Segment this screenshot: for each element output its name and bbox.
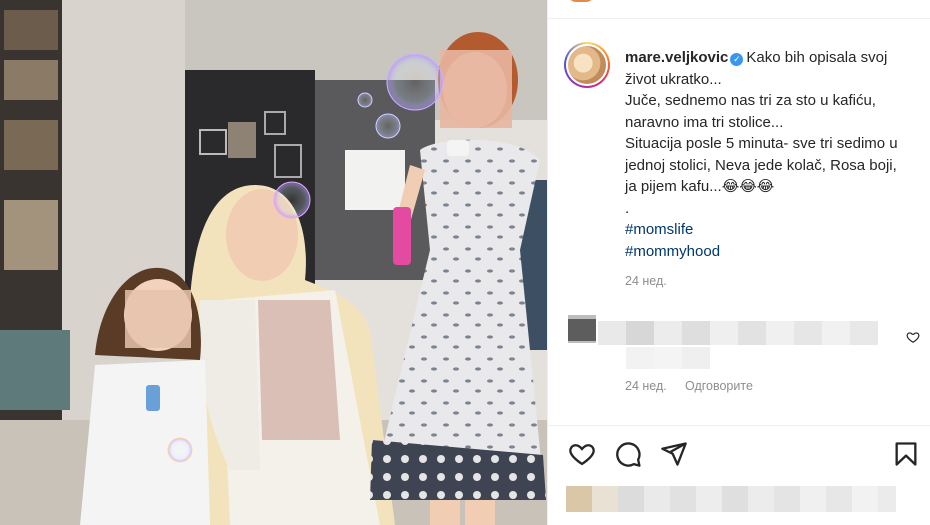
author-username[interactable]: mare.veljkovic [625,49,728,66]
hashtag-link-mommyhood[interactable]: #mommyhood [625,241,915,263]
verified-badge-icon: ✓ [730,53,744,66]
comment-timestamp[interactable]: 24 нед. [625,379,667,393]
action-bar [548,436,930,472]
hashtag-link-momslife[interactable]: #momslife [625,219,915,241]
caption-line: Juče, sednemo nas tri za sto u kafiću, [625,92,876,109]
heart-icon[interactable] [568,440,596,468]
photo-image [0,0,547,525]
caption-line: Situacija posle 5 minuta- sve tri sedimo… [625,135,898,152]
bookmark-icon[interactable] [892,440,920,468]
header-avatar-ring [568,0,594,2]
caption-line: naravno ima tri stolice... [625,113,784,131]
caption-line: život ukratko... [625,70,722,88]
share-icon[interactable] [660,440,688,468]
caption-line: ja pijem kafu...😂😂😂 [625,178,775,195]
comment-like-heart-icon[interactable] [906,330,920,344]
comment-icon[interactable] [614,440,642,468]
actions-divider [548,425,930,426]
caption-text: Kako bih opisala svoj [746,49,888,66]
comment-blurred [568,315,908,375]
author-avatar[interactable] [564,42,610,88]
reply-button[interactable]: Одговорите [685,379,753,393]
caption-first-line: mare.veljkovic ✓ Kako bih opisala svoj [625,47,915,69]
caption-line: . [625,199,630,217]
post-details-panel: mare.veljkovic ✓ Kako bih opisala svoj živ… [547,0,930,525]
header-avatar-sliver [568,0,628,4]
avatar-image [566,44,608,86]
caption-line: jednoj stolici, Neva jede kolač, Rosa bo… [625,156,897,174]
post-timestamp[interactable]: 24 нед. [625,274,667,288]
post-photo[interactable] [0,0,547,525]
post-caption: mare.veljkovic ✓ Kako bih opisala svoj živ… [625,47,915,262]
likes-blurred [566,486,896,512]
header-divider [548,18,930,19]
